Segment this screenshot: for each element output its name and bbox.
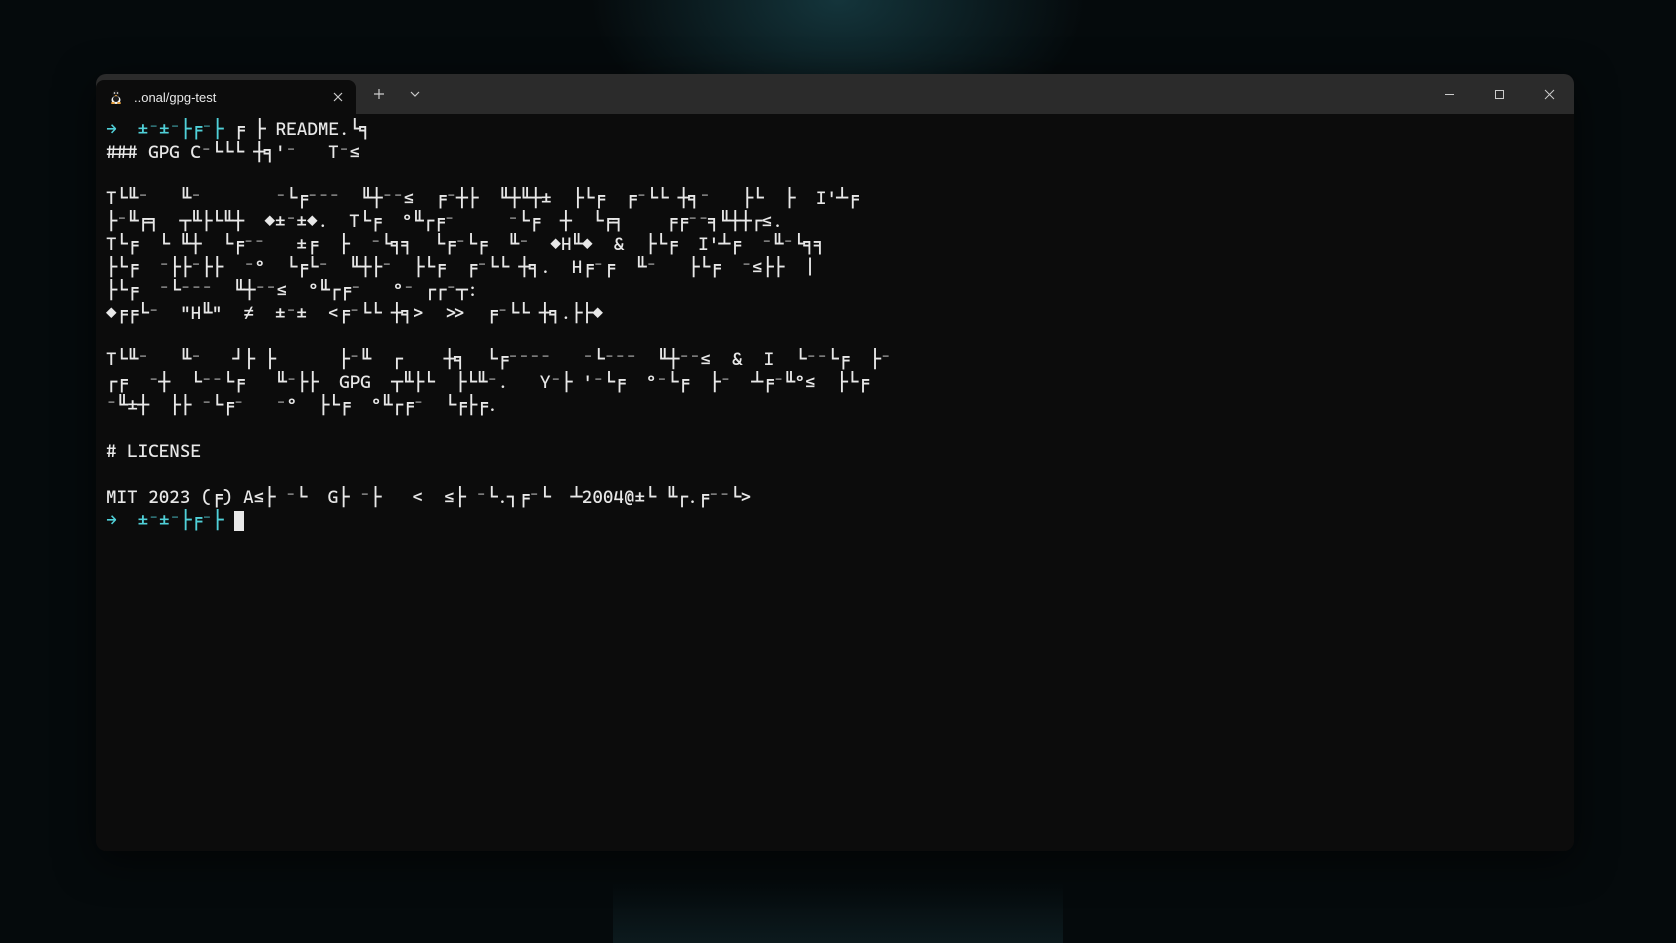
output-line: ◆╒╒└⁻ "H╙" ≠ ±⁻± <╒⁻└└ ┼╕> >> ╒⁻└└ ┼╕.├├…	[106, 303, 603, 324]
output-line: T└╙⁻ ╙⁻ ⁻└╒⁻⁻⁻ ╙┼⁻⁻≤ ╒⁻┼├ ╙┼╙┼± ├└╒ ╒⁻└└…	[106, 188, 858, 209]
tab-actions	[356, 74, 438, 114]
new-tab-button[interactable]	[362, 79, 396, 109]
prompt-arrow: →	[106, 119, 117, 140]
tab-title: ..onal/gpg-test	[134, 90, 318, 105]
tux-icon	[108, 89, 124, 105]
output-line: MIT 2023 (╒) A≤├ ⁻└ G├ ⁻├ < ≤├ ⁻└.┐╒⁻└ ┴…	[106, 487, 751, 508]
terminal-window: ..onal/gpg-test →	[96, 74, 1574, 851]
prompt-arrow: →	[106, 510, 117, 531]
output-line: ├⁻╙╒╕ ┬╙├└╙┼ ◆±⁻±◆. T└╒ º╙┌╒⁻ ⁻└╒ ┼ └╒╕ …	[106, 211, 783, 232]
output-line: T└╙⁻ ╙⁻ ┘├ ├ ├⁻╙ ┌ ┼╕ └╒⁻⁻⁻⁻ ⁻└⁻⁻⁻ ╙┼⁻⁻≤…	[106, 349, 891, 370]
command-text: ╒ ├ README.└╕	[233, 119, 370, 140]
window-controls	[1424, 74, 1574, 114]
minimize-button[interactable]	[1424, 74, 1474, 114]
titlebar[interactable]: ..onal/gpg-test	[96, 74, 1574, 114]
cursor	[234, 511, 244, 531]
maximize-button[interactable]	[1474, 74, 1524, 114]
output-line: ├└╒ ⁻└⁻⁻⁻ ╙┼⁻⁻≤ º╙┌╒⁻ º⁻ ┌┌⁻┬:	[106, 280, 478, 301]
tab-dropdown-button[interactable]	[398, 79, 432, 109]
output-line: ├└╒ ⁻├├⁻├├ ⁻º └╒└⁻ ╙┼├⁻ ├└╒ ╒⁻└└ ┼╕. H╒⁻…	[106, 257, 815, 278]
background-bottom	[613, 883, 1063, 943]
prompt-path: ±⁻±⁻├╒⁻├	[138, 119, 223, 140]
output-line: ### GPG C⁻└└└ ┼╕'⁻ T⁻≤	[106, 142, 360, 163]
close-window-button[interactable]	[1524, 74, 1574, 114]
prompt-path: ±⁻±⁻├╒⁻├	[138, 510, 223, 531]
output-line: ⁻╙±┼ ├├ ⁻└╒⁻ ⁻º ├└╒ º╙┌╒⁻ └╒├╒.	[106, 395, 498, 416]
terminal-tab[interactable]: ..onal/gpg-test	[96, 80, 356, 114]
output-line: ┌╒ ⁻┼ └⁻⁻└╒ ╙⁻├├ GPG ┬╙├└ ├└╙⁻. Y⁻├ '⁻└╒…	[106, 372, 868, 393]
output-line: T└╒ └ ╙┼ └╒⁻⁻ ±╒ ├ ⁻└╕╕ └╒⁻└╒ ╙⁻ ◆H╙◆ & …	[106, 234, 825, 255]
output-line: # LICENSE	[106, 441, 201, 462]
terminal-content[interactable]: → ±⁻±⁻├╒⁻├ ╒ ├ README.└╕ ### GPG C⁻└└└ ┼…	[96, 114, 1574, 851]
tab-close-button[interactable]	[328, 87, 348, 107]
